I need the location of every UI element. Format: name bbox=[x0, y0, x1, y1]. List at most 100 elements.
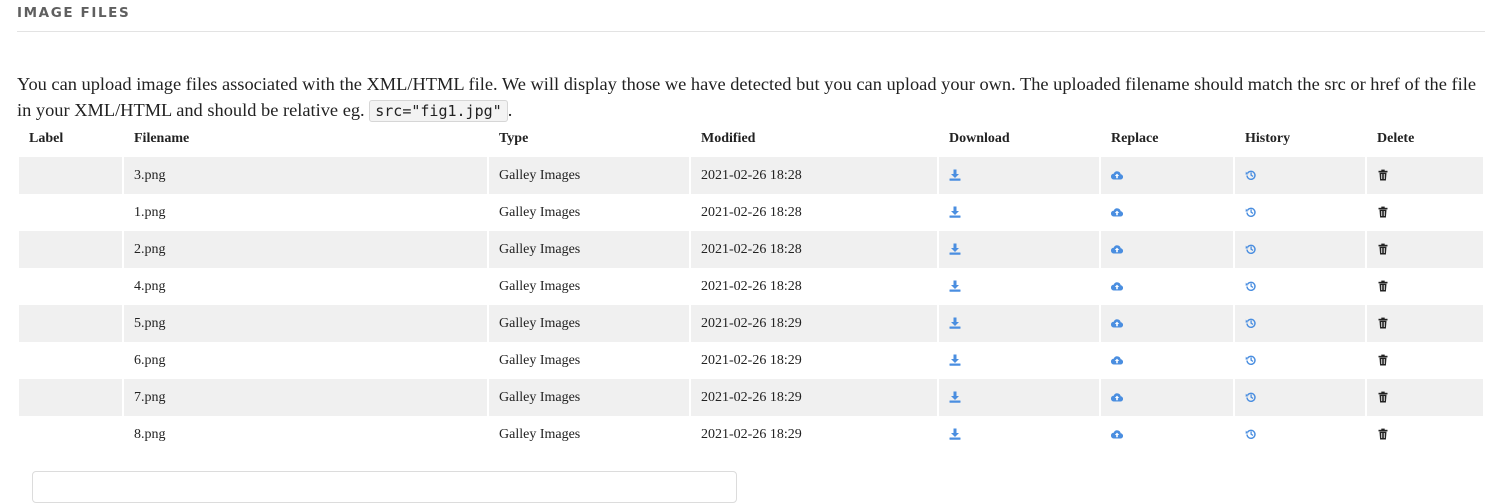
download-icon[interactable] bbox=[949, 391, 961, 404]
table-row: 3.png Galley Images 2021-02-26 18:28 bbox=[19, 157, 1483, 194]
cell-history bbox=[1235, 157, 1365, 194]
history-icon[interactable] bbox=[1245, 280, 1257, 292]
cell-download bbox=[939, 268, 1099, 305]
cell-delete bbox=[1367, 416, 1483, 453]
cell-history bbox=[1235, 231, 1365, 268]
download-icon[interactable] bbox=[949, 354, 961, 367]
trash-icon[interactable] bbox=[1377, 391, 1389, 403]
header-filename: Filename bbox=[134, 131, 190, 146]
trash-icon[interactable] bbox=[1377, 243, 1389, 255]
code-example: src="fig1.jpg" bbox=[369, 100, 508, 123]
history-icon[interactable] bbox=[1245, 354, 1257, 366]
cloud-upload-icon[interactable] bbox=[1111, 391, 1123, 403]
cell-delete bbox=[1367, 231, 1483, 268]
trash-icon[interactable] bbox=[1377, 428, 1389, 440]
cell-delete bbox=[1367, 305, 1483, 342]
history-icon[interactable] bbox=[1245, 317, 1257, 329]
cell-history bbox=[1235, 194, 1365, 231]
cell-type: Galley Images bbox=[489, 379, 689, 416]
cell-history bbox=[1235, 268, 1365, 305]
trash-icon[interactable] bbox=[1377, 206, 1389, 218]
cell-replace bbox=[1101, 416, 1233, 453]
history-icon[interactable] bbox=[1245, 428, 1257, 440]
cloud-upload-icon[interactable] bbox=[1111, 354, 1123, 366]
cell-history bbox=[1235, 416, 1365, 453]
cell-filename: 2.png bbox=[124, 231, 487, 268]
cell-filename: 4.png bbox=[124, 268, 487, 305]
cell-download bbox=[939, 416, 1099, 453]
cloud-upload-icon[interactable] bbox=[1111, 169, 1123, 181]
trash-icon[interactable] bbox=[1377, 169, 1389, 181]
table-row: 8.png Galley Images 2021-02-26 18:29 bbox=[19, 416, 1483, 453]
cell-label bbox=[19, 157, 122, 194]
history-icon[interactable] bbox=[1245, 169, 1257, 181]
history-icon[interactable] bbox=[1245, 243, 1257, 255]
cell-modified: 2021-02-26 18:28 bbox=[691, 268, 937, 305]
download-icon[interactable] bbox=[949, 317, 961, 330]
history-icon[interactable] bbox=[1245, 206, 1257, 218]
cell-filename: 8.png bbox=[124, 416, 487, 453]
cell-delete bbox=[1367, 342, 1483, 379]
cell-label bbox=[19, 305, 122, 342]
cloud-upload-icon[interactable] bbox=[1111, 428, 1123, 440]
cell-replace bbox=[1101, 268, 1233, 305]
cell-modified: 2021-02-26 18:28 bbox=[691, 194, 937, 231]
cell-filename: 1.png bbox=[124, 194, 487, 231]
cell-label bbox=[19, 268, 122, 305]
cell-delete bbox=[1367, 157, 1483, 194]
cell-type: Galley Images bbox=[489, 416, 689, 453]
cloud-upload-icon[interactable] bbox=[1111, 280, 1123, 292]
upload-panel bbox=[32, 471, 737, 503]
intro-text: You can upload image files associated wi… bbox=[17, 71, 1482, 124]
intro-text-main: You can upload image files associated wi… bbox=[17, 74, 1476, 121]
cell-type: Galley Images bbox=[489, 157, 689, 194]
cloud-upload-icon[interactable] bbox=[1111, 243, 1123, 255]
trash-icon[interactable] bbox=[1377, 280, 1389, 292]
header-type: Type bbox=[499, 131, 529, 146]
history-icon[interactable] bbox=[1245, 391, 1257, 403]
table-row: 7.png Galley Images 2021-02-26 18:29 bbox=[19, 379, 1483, 416]
cell-history bbox=[1235, 305, 1365, 342]
cell-replace bbox=[1101, 379, 1233, 416]
header-history: History bbox=[1245, 131, 1291, 146]
section-title: IMAGE FILES bbox=[17, 5, 131, 21]
cell-label bbox=[19, 379, 122, 416]
download-icon[interactable] bbox=[949, 206, 961, 219]
cell-download bbox=[939, 231, 1099, 268]
cell-modified: 2021-02-26 18:28 bbox=[691, 157, 937, 194]
cell-filename: 5.png bbox=[124, 305, 487, 342]
cell-history bbox=[1235, 342, 1365, 379]
table-row: 6.png Galley Images 2021-02-26 18:29 bbox=[19, 342, 1483, 379]
cell-type: Galley Images bbox=[489, 231, 689, 268]
cell-modified: 2021-02-26 18:29 bbox=[691, 342, 937, 379]
download-icon[interactable] bbox=[949, 280, 961, 293]
cell-type: Galley Images bbox=[489, 305, 689, 342]
cloud-upload-icon[interactable] bbox=[1111, 317, 1123, 329]
table-row: 5.png Galley Images 2021-02-26 18:29 bbox=[19, 305, 1483, 342]
cell-modified: 2021-02-26 18:29 bbox=[691, 305, 937, 342]
title-divider bbox=[17, 31, 1485, 32]
download-icon[interactable] bbox=[949, 169, 961, 182]
cell-modified: 2021-02-26 18:29 bbox=[691, 379, 937, 416]
cell-download bbox=[939, 194, 1099, 231]
header-replace: Replace bbox=[1111, 131, 1159, 146]
trash-icon[interactable] bbox=[1377, 354, 1389, 366]
cell-type: Galley Images bbox=[489, 268, 689, 305]
table-row: 2.png Galley Images 2021-02-26 18:28 bbox=[19, 231, 1483, 268]
cell-history bbox=[1235, 379, 1365, 416]
cell-label bbox=[19, 231, 122, 268]
trash-icon[interactable] bbox=[1377, 317, 1389, 329]
cell-replace bbox=[1101, 342, 1233, 379]
cell-replace bbox=[1101, 305, 1233, 342]
download-icon[interactable] bbox=[949, 243, 961, 256]
table-body: 3.png Galley Images 2021-02-26 18:28 1.png G… bbox=[19, 157, 1483, 453]
cell-replace bbox=[1101, 194, 1233, 231]
cell-filename: 3.png bbox=[124, 157, 487, 194]
header-download: Download bbox=[949, 131, 1010, 146]
cell-type: Galley Images bbox=[489, 342, 689, 379]
cell-modified: 2021-02-26 18:28 bbox=[691, 231, 937, 268]
image-files-table: Label Filename Type Modified Download Re… bbox=[17, 121, 1485, 453]
download-icon[interactable] bbox=[949, 428, 961, 441]
cloud-upload-icon[interactable] bbox=[1111, 206, 1123, 218]
cell-download bbox=[939, 342, 1099, 379]
